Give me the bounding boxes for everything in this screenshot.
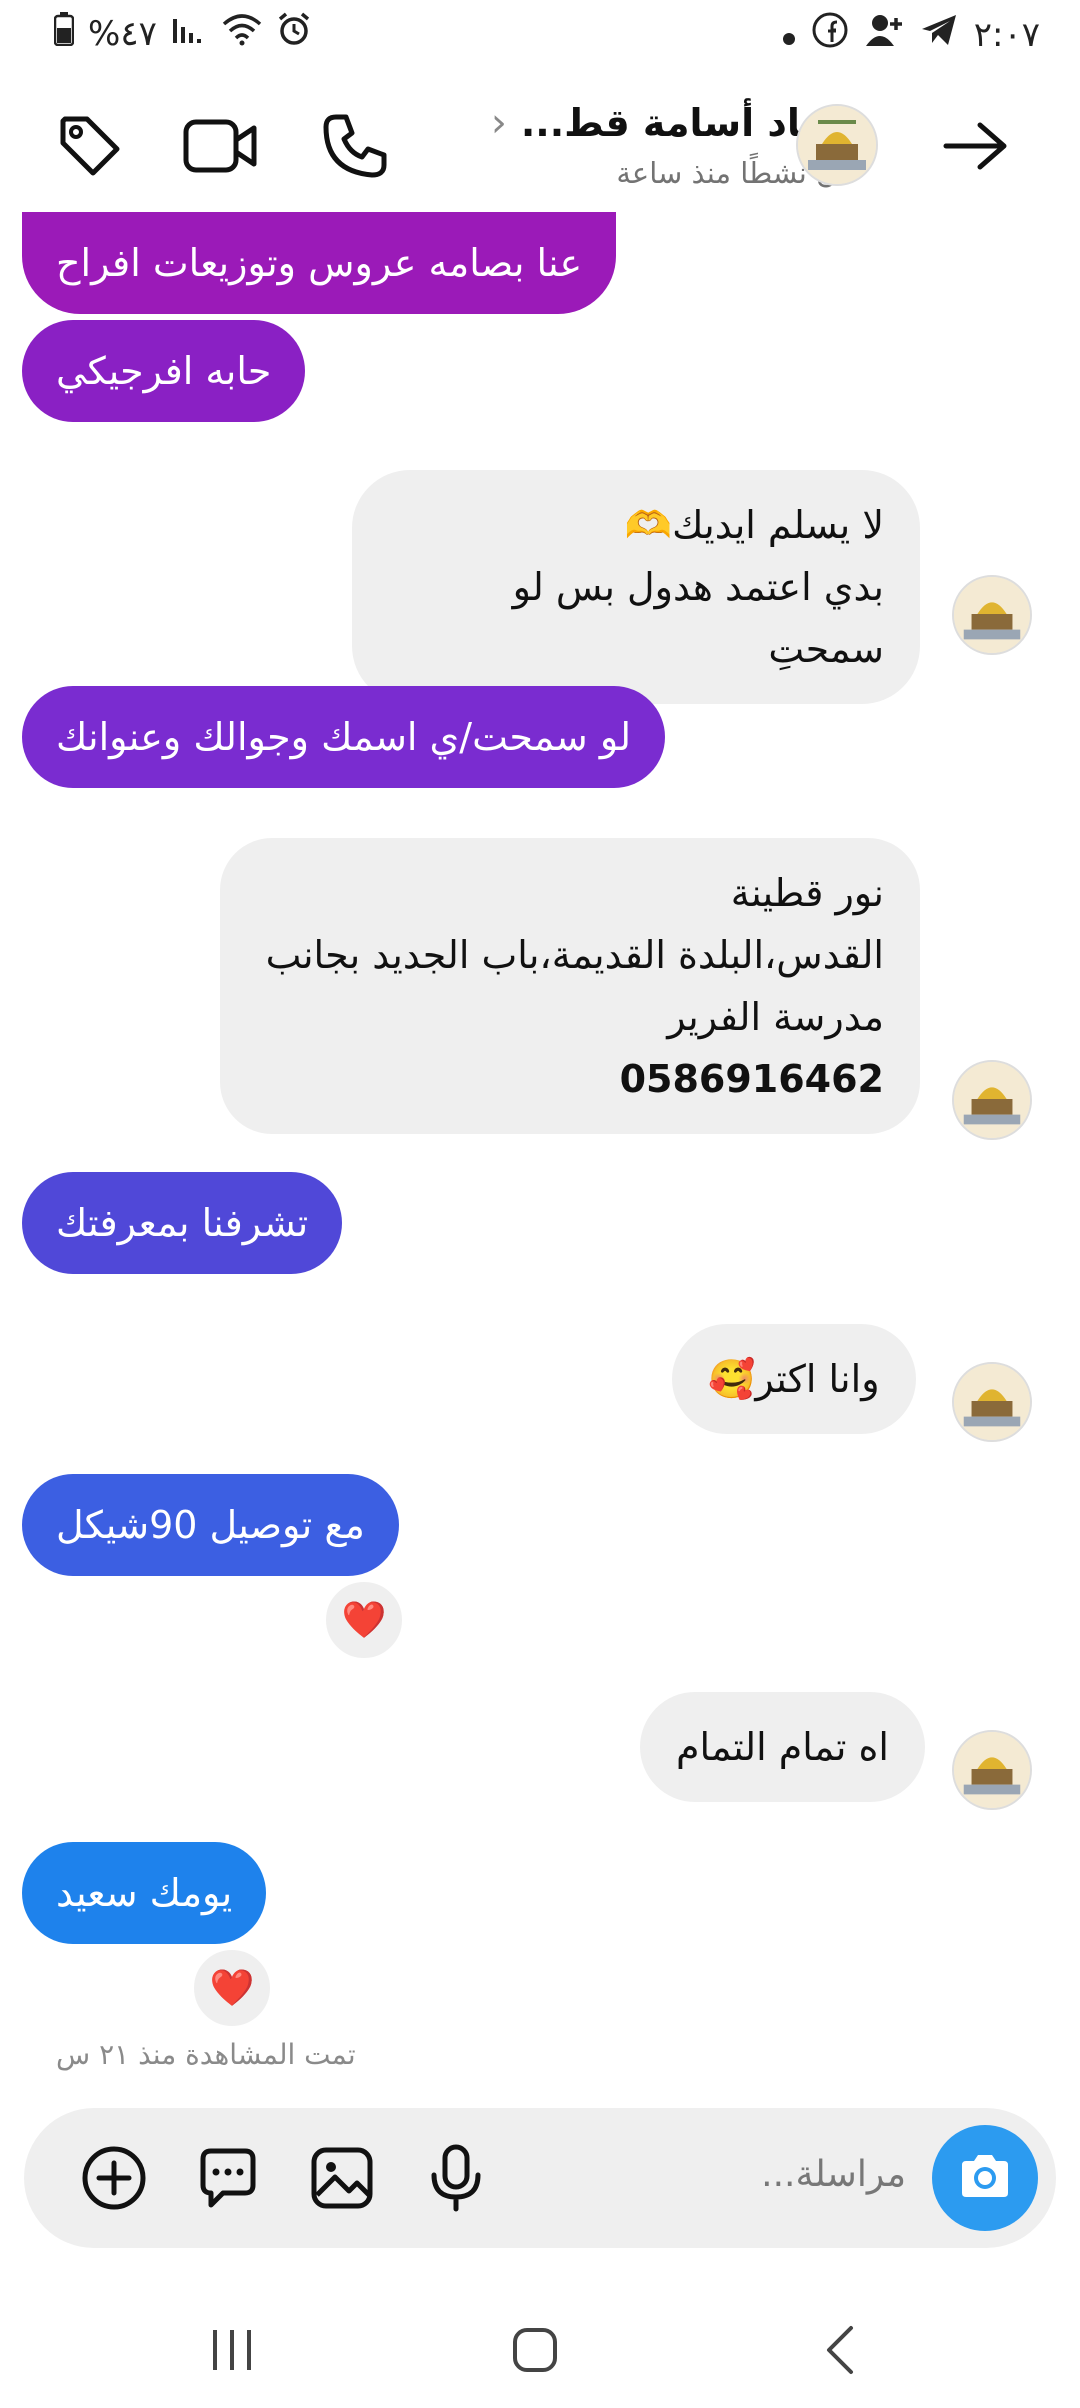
status-left: %٤٧ [53, 12, 311, 55]
back-icon[interactable] [800, 2310, 880, 2390]
phone-icon[interactable] [315, 106, 395, 186]
heart-reaction[interactable]: ❤️ [322, 1578, 406, 1662]
message-sent[interactable]: تشرفنا بمعرفتك [22, 1172, 343, 1274]
message-composer: مراسلة... [24, 2108, 1056, 2248]
message-sent[interactable]: لو سمحت/ي اسمك وجوالك وعنوانك [22, 686, 666, 788]
signal-icon [171, 14, 207, 54]
video-call-icon[interactable] [180, 106, 260, 186]
message-line: لا يسلم ايديك🫶 [624, 503, 884, 547]
message-text: مع توصيل 90شيكل [56, 1503, 365, 1547]
message-text: تشرفنا بمعرفتك [56, 1201, 309, 1245]
camera-button[interactable] [932, 2125, 1038, 2231]
message-line: 0586916462 [619, 1057, 884, 1101]
message-received[interactable]: لا يسلم ايديك🫶 بدي اعتمد هدول بس لو سمحت… [352, 470, 920, 704]
message-line: نور قطينة [730, 871, 884, 915]
sticker-icon[interactable] [188, 2138, 268, 2218]
message-line: بدي اعتمد هدول بس لو سمحتِ [512, 565, 884, 671]
reaction-emoji: ❤️ [341, 1600, 387, 1641]
message-sent[interactable]: يومك سعيد [22, 1842, 267, 1944]
status-bar: %٤٧ ٢:٠٧ [0, 0, 1080, 72]
message-received[interactable]: اه تمام التمام [640, 1692, 925, 1802]
message-sent[interactable]: عنا بصامه عروس وتوزيعات افراح [22, 212, 617, 314]
status-right: ٢:٠٧ [782, 12, 1040, 57]
add-icon[interactable] [74, 2138, 154, 2218]
heart-reaction[interactable]: ❤️ [190, 1946, 274, 2030]
message-received[interactable]: نور قطينة القدس،البلدة القديمة،باب الجدي… [220, 838, 920, 1134]
system-nav-bar [0, 2290, 1080, 2408]
tag-icon[interactable] [50, 106, 130, 186]
sender-avatar [952, 1362, 1032, 1442]
message-line: مدرسة الفرير [667, 995, 884, 1039]
message-text: حابه افرجيكي [56, 349, 272, 393]
message-line: القدس،البلدة القديمة،باب الجديد بجانب [265, 933, 884, 977]
clock-time: ٢:٠٧ [973, 14, 1040, 55]
home-icon[interactable] [495, 2310, 575, 2390]
message-sent[interactable]: مع توصيل 90شيكل [22, 1474, 399, 1576]
message-received[interactable]: وانا اكتر🥰 [672, 1324, 916, 1434]
telegram-icon [920, 13, 958, 56]
message-text: لو سمحت/ي اسمك وجوالك وعنوانك [56, 715, 632, 759]
facebook-icon [812, 12, 848, 57]
contact-avatar[interactable] [796, 104, 878, 186]
chat-header: سعاد أسامة قط... ‹ كان نشطًا منذ ساعة [0, 80, 1080, 210]
chevron-left-icon: ‹ [490, 100, 507, 146]
alarm-icon [277, 12, 311, 55]
gallery-icon[interactable] [302, 2138, 382, 2218]
reaction-emoji: ❤️ [209, 1968, 255, 2009]
message-text: اه تمام التمام [676, 1725, 889, 1769]
sender-avatar [952, 1060, 1032, 1140]
message-sent[interactable]: حابه افرجيكي [22, 320, 306, 422]
message-text: يومك سعيد [56, 1871, 233, 1915]
back-arrow-icon[interactable] [935, 106, 1015, 186]
seen-status: تمت المشاهدة منذ ٢١ س [56, 2038, 356, 2071]
message-input[interactable]: مراسلة... [761, 2154, 906, 2195]
camera-icon [956, 2151, 1014, 2205]
sender-avatar [952, 1730, 1032, 1810]
notification-dot-icon [782, 15, 796, 55]
message-text: عنا بصامه عروس وتوزيعات افراح [56, 241, 583, 285]
battery-icon [53, 12, 75, 55]
message-text: وانا اكتر🥰 [708, 1357, 880, 1401]
sender-avatar [952, 575, 1032, 655]
recents-icon[interactable] [192, 2310, 272, 2390]
mic-icon[interactable] [416, 2138, 496, 2218]
battery-level: %٤٧ [88, 13, 157, 54]
wifi-icon [221, 12, 263, 55]
add-contact-icon [864, 12, 904, 57]
